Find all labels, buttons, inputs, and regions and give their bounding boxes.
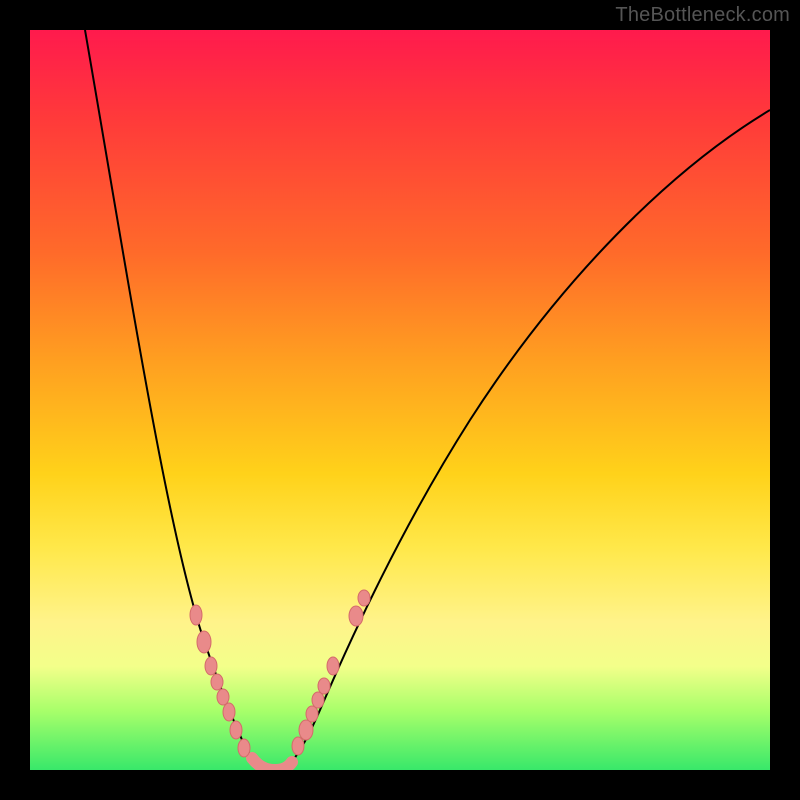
dot-left (223, 703, 235, 721)
dot-left (230, 721, 242, 739)
trough-highlight (252, 758, 292, 770)
dot-left (205, 657, 217, 675)
curve-left (85, 30, 260, 766)
dot-right (292, 737, 304, 755)
dot-left (190, 605, 202, 625)
dot-left (211, 674, 223, 690)
dot-right (318, 678, 330, 694)
plot-area (30, 30, 770, 770)
dot-right (299, 720, 313, 740)
watermark-text: TheBottleneck.com (615, 4, 790, 27)
dot-left (238, 739, 250, 757)
dot-right (349, 606, 363, 626)
curve-right (288, 110, 770, 766)
dot-right (358, 590, 370, 606)
chart-svg (30, 30, 770, 770)
dot-right (312, 692, 324, 708)
dot-right (327, 657, 339, 675)
dot-right (306, 706, 318, 722)
outer-frame: TheBottleneck.com (0, 0, 800, 800)
dot-left (217, 689, 229, 705)
dot-left (197, 631, 211, 653)
